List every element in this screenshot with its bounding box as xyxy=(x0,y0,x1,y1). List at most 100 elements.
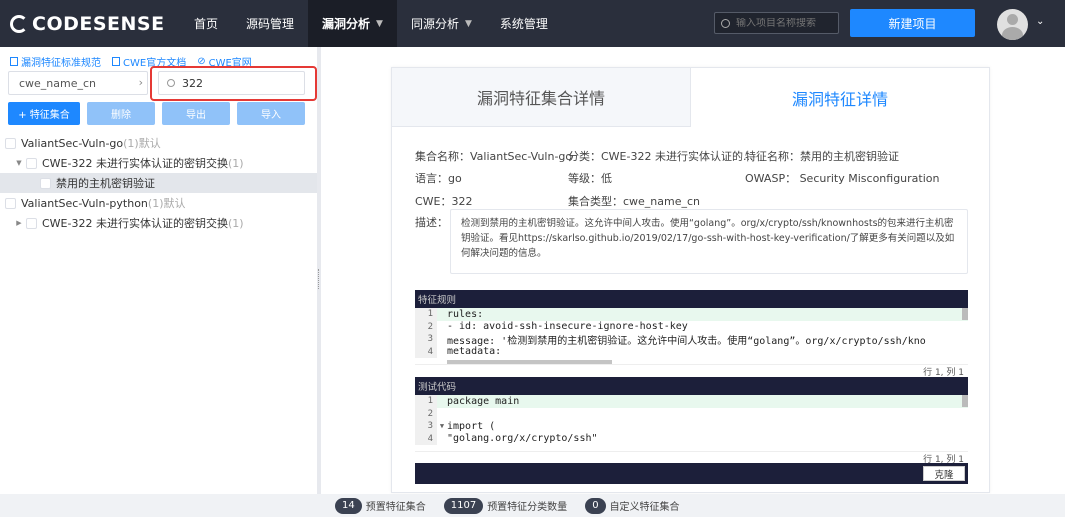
tree-checkbox[interactable] xyxy=(26,157,37,169)
new-project-button[interactable]: 新建项目 xyxy=(850,9,975,37)
logo-text: CODESENSE xyxy=(32,12,165,35)
category: 分类：CWE-322 未进行实体认证的... xyxy=(568,150,754,163)
search-icon xyxy=(167,79,175,87)
test-code[interactable]: 1 package main 2 3 ▼ import ( 4 "golang.org… xyxy=(415,395,968,451)
stat-preset-categories: 1107 预置特征分类数量 xyxy=(443,497,568,514)
test-cursor-position: 行 1, 列 1 xyxy=(415,451,968,465)
description-text: 检测到禁用的主机密钥验证。这允许中间人攻击。使用“golang”。org/x/c… xyxy=(450,209,968,274)
line-number: 2 xyxy=(415,407,437,420)
document-icon xyxy=(10,57,18,66)
line-number: 1 xyxy=(415,395,437,408)
tree-checkbox[interactable] xyxy=(5,137,16,149)
code-text: message: '检测到禁用的主机密钥验证。这允许中间人攻击。使用“golan… xyxy=(447,335,926,347)
line-number: 3 xyxy=(415,420,437,433)
stat-value: 14 xyxy=(335,497,362,514)
stat-label: 预置特征分类数量 xyxy=(487,502,568,513)
language: 语言：go xyxy=(415,172,462,185)
detail-tabs: 漏洞特征集合详情 漏洞特征详情 xyxy=(392,68,989,127)
project-search-input[interactable] xyxy=(736,17,836,29)
tab-label: 漏洞特征集合详情 xyxy=(476,89,605,108)
tree-node-label: CWE-322 未进行实体认证的密钥交换 xyxy=(42,217,228,230)
project-search xyxy=(714,12,839,34)
filter-select-value: cwe_name_cn xyxy=(19,76,97,90)
tree-checkbox[interactable] xyxy=(26,217,37,229)
line-number: 4 xyxy=(415,345,437,358)
tab-label: 漏洞特征详情 xyxy=(791,89,888,109)
code-text: package main xyxy=(447,395,520,407)
rules-title: 特征规则 xyxy=(415,290,968,308)
link-vuln-standard[interactable]: 漏洞特征标准规范 xyxy=(10,54,101,69)
logo[interactable]: CODESENSE xyxy=(10,13,180,35)
top-nav-bar: CODESENSE 首页 源码管理 漏洞分析▼ 同源分析▼ 系统管理 新建项目 … xyxy=(0,0,1065,47)
horizontal-scrollbar[interactable] xyxy=(447,360,612,364)
add-collection-button[interactable]: + 特征集合 xyxy=(8,102,80,125)
user-avatar[interactable] xyxy=(997,9,1028,40)
tree-node-category[interactable]: ▶ CWE-322 未进行实体认证的密钥交换 (1) xyxy=(0,213,317,233)
code-text: metadata: xyxy=(447,346,502,358)
document-icon xyxy=(112,57,120,66)
code-text: "golang.org/x/crypto/ssh" xyxy=(447,433,598,445)
delete-button[interactable]: 删除 xyxy=(87,102,155,125)
rules-code[interactable]: 1 rules: 2 - id: avoid-ssh-insecure-ignore… xyxy=(415,308,968,364)
filter-field-select[interactable]: cwe_name_cn › xyxy=(8,71,148,95)
caret-down-icon[interactable]: ▼ xyxy=(14,159,24,167)
main-content: 漏洞特征集合详情 漏洞特征详情 集合名称：ValiantSec-Vuln-go … xyxy=(321,47,1065,494)
fold-toggle-icon[interactable]: ▼ xyxy=(437,422,447,430)
caret-right-icon[interactable]: ▶ xyxy=(14,219,24,227)
stat-custom-collections: 0 自定义特征集合 xyxy=(585,497,680,514)
tree-node-feature[interactable]: 禁用的主机密钥验证 xyxy=(0,173,317,193)
detail-card: 漏洞特征集合详情 漏洞特征详情 集合名称：ValiantSec-Vuln-go … xyxy=(391,67,990,493)
test-code-editor: 测试代码 1 package main 2 3 ▼ import ( 4 "golan… xyxy=(415,377,968,484)
description-label: 描述： xyxy=(415,216,448,229)
toolbar: + 特征集合 删除 导出 导入 xyxy=(8,102,305,125)
feature-name: 特征名称：禁用的主机密钥验证 xyxy=(745,150,899,163)
clone-button[interactable]: 克隆 xyxy=(923,466,965,481)
tree-checkbox[interactable] xyxy=(40,177,51,189)
stat-preset-collections: 14 预置特征集合 xyxy=(335,497,426,514)
export-button[interactable]: 导出 xyxy=(162,102,230,125)
nav-system-management[interactable]: 系统管理 xyxy=(486,0,562,47)
search-icon xyxy=(721,18,730,28)
tree-checkbox[interactable] xyxy=(5,197,16,209)
link-label: 漏洞特征标准规范 xyxy=(21,58,101,69)
vertical-scrollbar[interactable] xyxy=(962,395,968,407)
tree-node-category[interactable]: ▼ CWE-322 未进行实体认证的密钥交换 (1) xyxy=(0,153,317,173)
collection-type: 集合类型：cwe_name_cn xyxy=(568,195,701,208)
tree-node-label: 禁用的主机密钥验证 xyxy=(56,177,155,190)
filter-search-input[interactable]: 322 xyxy=(158,71,305,95)
vertical-scrollbar[interactable] xyxy=(962,308,968,320)
nav-system-label: 系统管理 xyxy=(499,17,548,31)
tab-collection-detail[interactable]: 漏洞特征集合详情 xyxy=(392,68,691,127)
drag-handle-icon xyxy=(318,269,320,289)
chevron-down-icon: ▼ xyxy=(376,18,383,29)
tree-node-label: ValiantSec-Vuln-go xyxy=(21,136,124,150)
code-line: 3 message: '检测到禁用的主机密钥验证。这允许中间人攻击。使用“gol… xyxy=(415,333,968,347)
tree-node-collection[interactable]: ValiantSec-Vuln-python (1) 默认 xyxy=(0,193,317,213)
chevron-right-icon: › xyxy=(138,76,143,89)
nav-source-management[interactable]: 源码管理 xyxy=(232,0,308,47)
tree-node-collection[interactable]: ValiantSec-Vuln-go (1) 默认 xyxy=(0,133,317,153)
code-text: rules: xyxy=(447,308,484,320)
nav-home[interactable]: 首页 xyxy=(180,0,232,47)
nav-vuln-label: 漏洞分析 xyxy=(322,17,371,31)
chevron-down-icon[interactable]: ⌄ xyxy=(1036,16,1044,27)
code-line: 4 "golang.org/x/crypto/ssh" xyxy=(415,432,968,445)
code-line: 1 rules: xyxy=(415,308,968,321)
tree-node-count: (1) xyxy=(227,216,244,230)
codesense-logo-icon xyxy=(10,14,28,33)
nav-homology-analysis[interactable]: 同源分析 ▼ xyxy=(397,0,486,47)
tree-node-count: (1) xyxy=(227,156,244,170)
nav-vuln-analysis[interactable]: 漏洞分析 ▼ xyxy=(308,0,397,47)
line-number: 1 xyxy=(415,308,437,321)
rules-editor: 特征规则 1 rules: 2 - id: avoid-ssh-insecure-i… xyxy=(415,290,968,378)
main-nav: 首页 源码管理 漏洞分析 ▼ 同源分析 ▼ 系统管理 xyxy=(180,0,562,47)
import-button[interactable]: 导入 xyxy=(237,102,305,125)
stat-label: 自定义特征集合 xyxy=(609,502,680,513)
tree-node-label: CWE-322 未进行实体认证的密钥交换 xyxy=(42,157,228,170)
code-text: - id: avoid-ssh-insecure-ignore-host-key xyxy=(447,321,688,333)
code-text: import ( xyxy=(447,420,496,432)
line-number: 2 xyxy=(415,320,437,333)
tab-feature-detail[interactable]: 漏洞特征详情 xyxy=(691,68,989,127)
code-line: 2 xyxy=(415,407,968,420)
code-line: 3 ▼ import ( xyxy=(415,420,968,433)
